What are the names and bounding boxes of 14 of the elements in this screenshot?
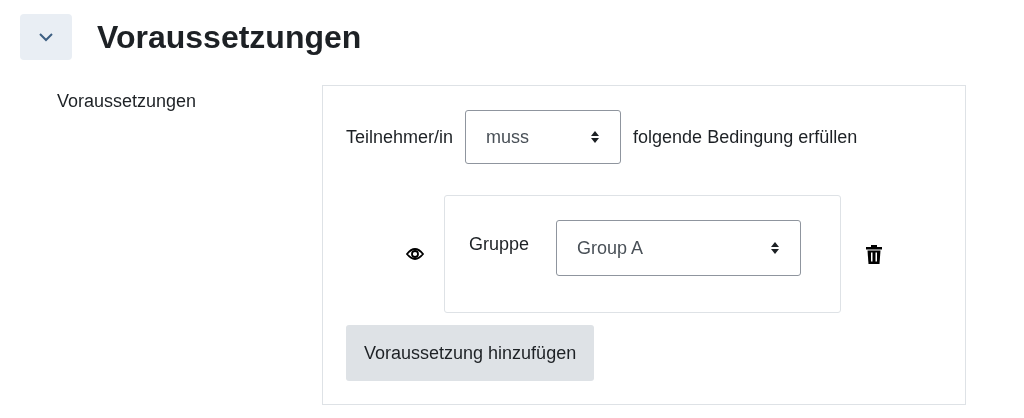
field-label: Voraussetzungen xyxy=(56,90,198,113)
sort-arrows-icon xyxy=(590,130,601,144)
add-condition-button[interactable]: Voraussetzung hinzufügen xyxy=(346,325,595,381)
eye-icon[interactable] xyxy=(406,247,424,261)
rule-suffix: folgende Bedingung erfüllen xyxy=(633,126,858,148)
condition-label: Gruppe xyxy=(469,234,530,255)
mode-select[interactable]: muss xyxy=(465,110,622,164)
trash-icon[interactable] xyxy=(866,244,882,264)
chevron-icon xyxy=(38,32,54,42)
sort-arrows-icon xyxy=(770,241,781,255)
section-title: Voraussetzungen xyxy=(97,18,362,56)
collapse-toggle[interactable] xyxy=(20,14,72,60)
rule-prefix: Teilnehmer/in xyxy=(346,126,454,148)
group-select[interactable]: Group A xyxy=(556,220,802,276)
